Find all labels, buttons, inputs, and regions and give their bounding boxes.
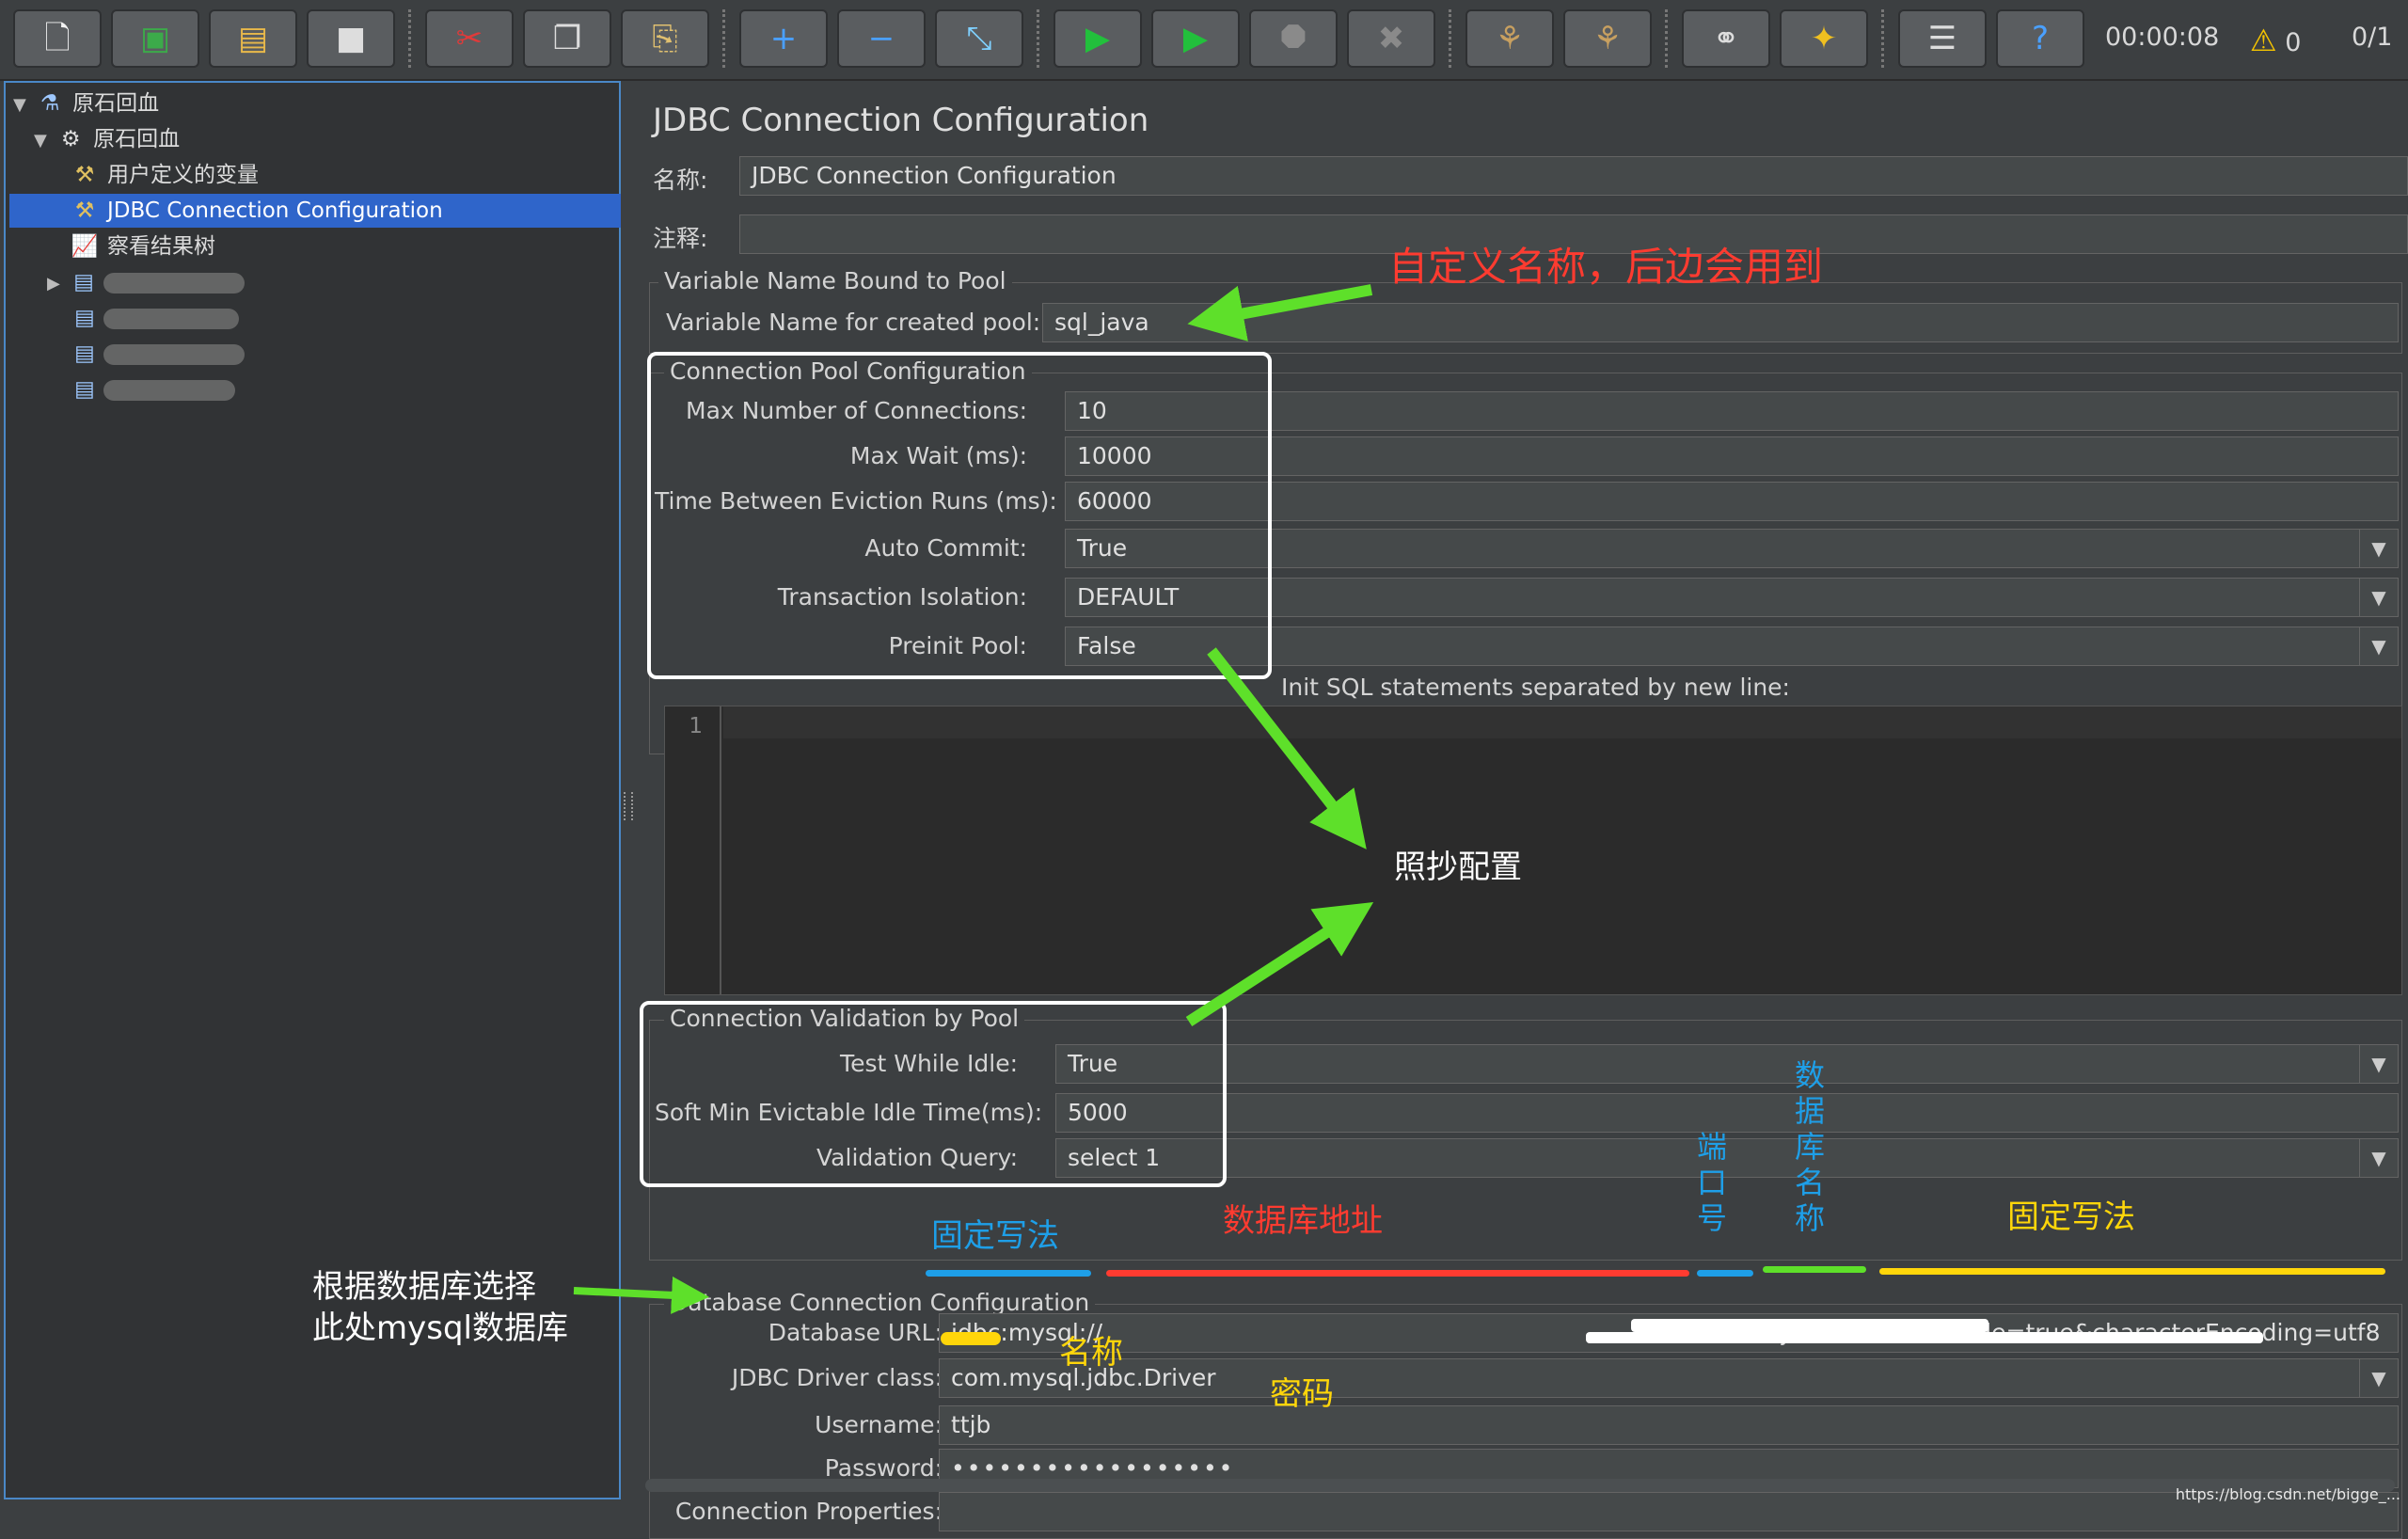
arrow-from-pool <box>1207 647 1367 849</box>
arrow-from-validation <box>1185 901 1374 1027</box>
annotation-arrows <box>573 284 1374 1314</box>
arrow-to-driver <box>573 1276 709 1314</box>
watermark: https://blog.csdn.net/bigge_... <box>2175 1485 2400 1503</box>
arrow-to-variable <box>1187 284 1373 341</box>
